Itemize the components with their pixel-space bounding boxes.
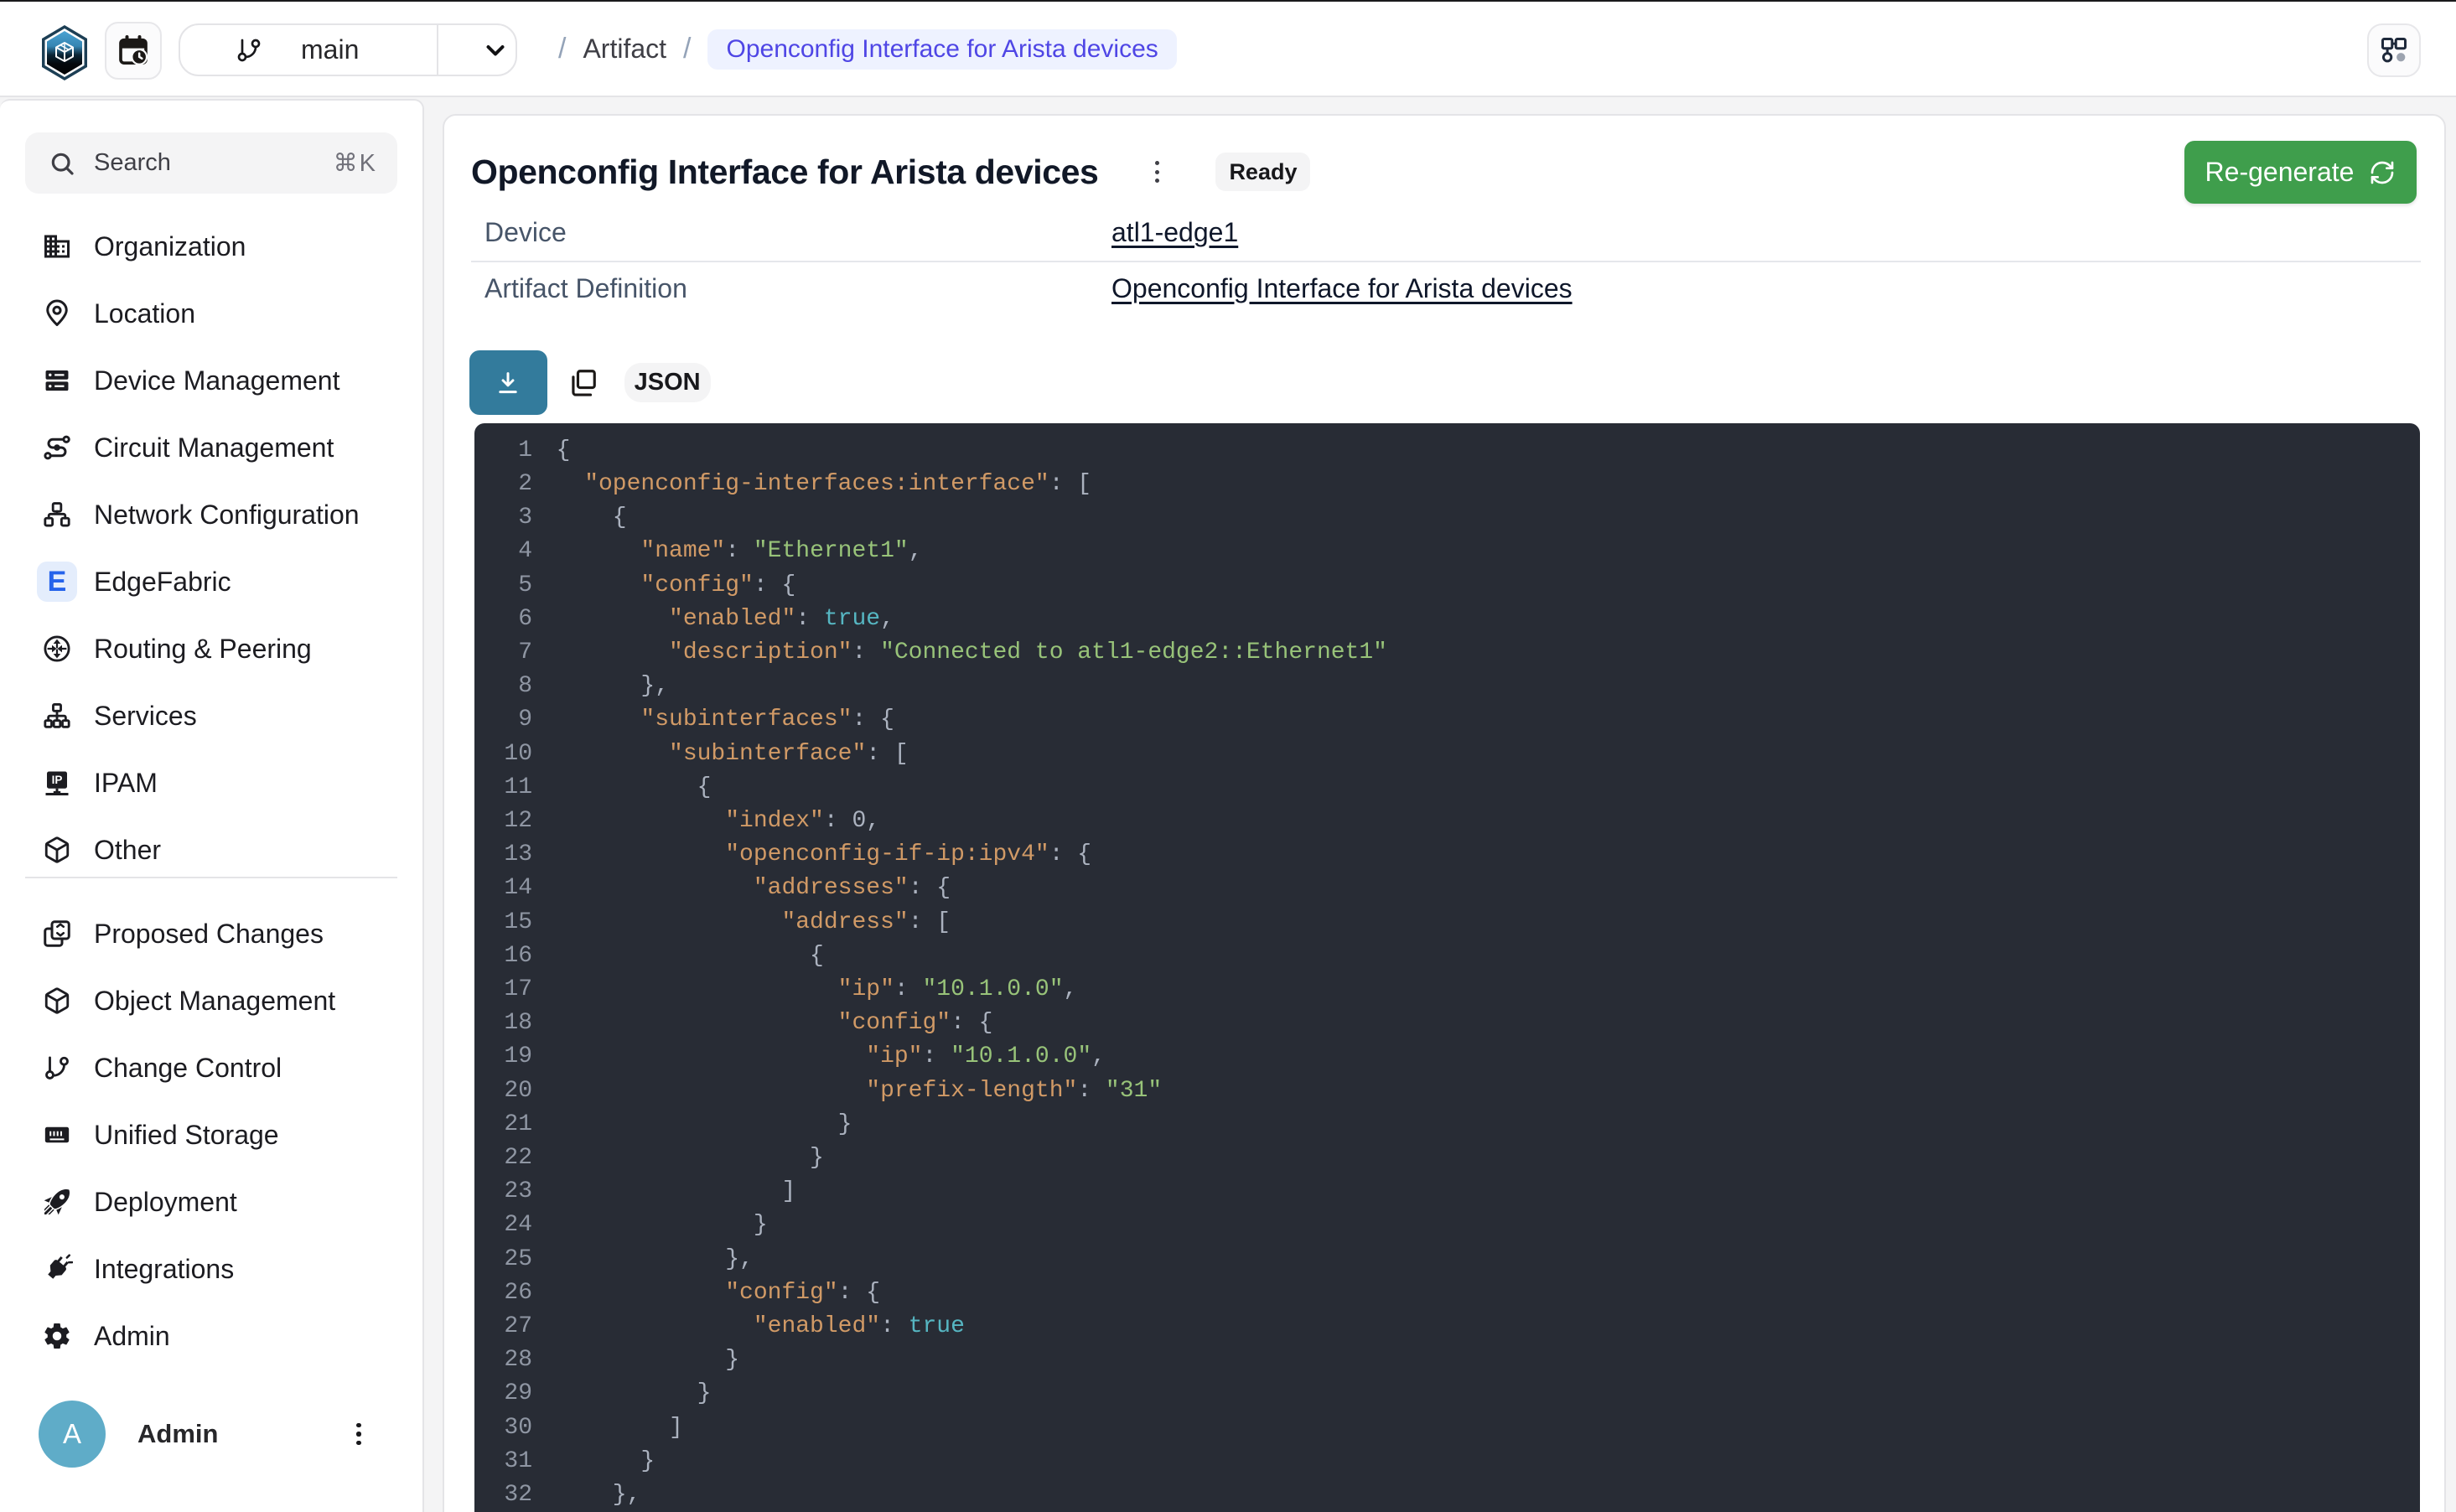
svg-text:IP: IP bbox=[52, 774, 63, 786]
